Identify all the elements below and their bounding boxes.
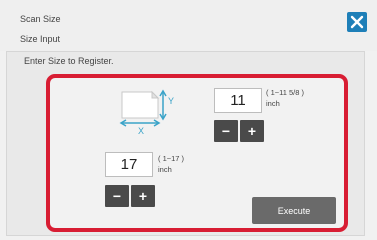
close-button[interactable] <box>347 12 367 32</box>
close-icon <box>350 15 364 29</box>
page-title: Scan Size <box>20 14 61 24</box>
x-decrement-button[interactable]: − <box>105 185 129 207</box>
y-unit-label: inch <box>266 99 280 108</box>
y-decrement-button[interactable]: − <box>214 120 238 142</box>
x-range-label: ( 1~17 ) <box>158 154 185 163</box>
scan-size-screen: Scan Size Size Input Enter Size to Regis… <box>0 0 377 240</box>
x-increment-button[interactable]: + <box>131 185 155 207</box>
header: Scan Size Size Input <box>0 0 377 51</box>
x-axis-label: X <box>138 126 144 136</box>
page-subtitle: Size Input <box>20 34 61 44</box>
y-axis-label: Y <box>168 96 174 106</box>
x-unit-label: inch <box>158 165 172 174</box>
y-size-input[interactable]: 11 <box>214 88 262 113</box>
y-increment-button[interactable]: + <box>240 120 264 142</box>
execute-button[interactable]: Execute <box>252 197 336 224</box>
x-size-input[interactable]: 17 <box>105 152 153 177</box>
y-range-label: ( 1~11 5/8 ) <box>266 88 305 97</box>
instruction-text: Enter Size to Register. <box>24 56 114 66</box>
paper-size-icon: Y X <box>119 89 174 136</box>
